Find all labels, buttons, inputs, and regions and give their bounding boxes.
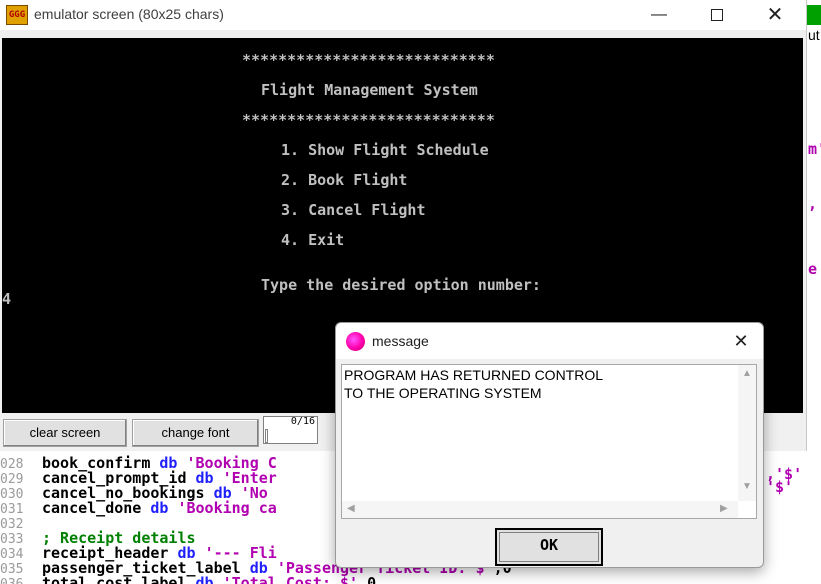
dialog-title: message [372, 333, 429, 349]
line-number: 036 [0, 577, 42, 584]
editor-edge-mark: , [808, 195, 818, 213]
line-number: 034 [0, 547, 24, 562]
ok-button[interactable]: OK [495, 528, 603, 566]
code-token: total_cost_label [42, 574, 196, 584]
editor-edge-mark: m' [808, 140, 821, 158]
buffer-indicator: 0/16 [263, 416, 318, 444]
code-token: 'Total Cost: $' [222, 574, 359, 584]
editor-fragment-2: '$' [766, 478, 794, 496]
close-button[interactable]: ✕ [752, 0, 798, 30]
message-dialog: message ✕ PROGRAM HAS RETURNED CONTROL T… [335, 322, 764, 568]
line-number: 031 [0, 502, 24, 517]
ok-label: OK [539, 536, 559, 554]
background-window-edge [806, 5, 821, 25]
editor-edge-mark: e [808, 260, 818, 278]
close-icon: ✕ [766, 4, 784, 26]
code-token: ,0 [358, 574, 377, 584]
window-title: emulator screen (80x25 chars) [34, 6, 224, 22]
input-prompt: Type the desired option number: [261, 276, 541, 294]
buffer-tick [265, 429, 268, 443]
vertical-scrollbar[interactable]: ▲ ▼ [738, 365, 756, 501]
background-window-text: ut [808, 27, 820, 43]
line-number: 030 [0, 487, 24, 502]
minimize-button[interactable]: — [636, 0, 682, 30]
screen-title: Flight Management System [261, 81, 478, 99]
menu-option-1: 1. Show Flight Schedule [281, 141, 489, 159]
dialog-close-button[interactable]: ✕ [727, 327, 755, 355]
code-token: 'Booking ca [177, 499, 277, 517]
menu-option-3: 3. Cancel Flight [281, 201, 426, 219]
scroll-down-icon[interactable]: ▼ [742, 481, 752, 492]
maximize-button[interactable] [694, 0, 740, 30]
message-line-2: TO THE OPERATING SYSTEM [344, 385, 542, 401]
dialog-titlebar[interactable]: message ✕ [336, 323, 763, 359]
screen-border-top: **************************** [242, 51, 495, 69]
menu-option-4: 4. Exit [281, 231, 345, 249]
message-text-area[interactable]: PROGRAM HAS RETURNED CONTROL TO THE OPER… [341, 364, 757, 519]
line-number: 028 [0, 457, 24, 472]
emu8086-app-icon: GGG [6, 5, 28, 25]
maximize-icon [711, 8, 723, 21]
code-line[interactable]: 036total_cost_label db 'Total Cost: $',0 [0, 576, 376, 584]
change-font-button[interactable]: change font [132, 419, 259, 447]
code-line[interactable]: 031 cancel_done db 'Booking ca [0, 499, 277, 518]
code-line[interactable]: 032 [0, 516, 42, 532]
code-token: db [150, 499, 178, 517]
line-number: 035 [0, 562, 24, 577]
message-line-1: PROGRAM HAS RETURNED CONTROL [344, 367, 604, 383]
emulator-titlebar[interactable]: GGG emulator screen (80x25 chars) — ✕ [0, 0, 806, 30]
scroll-left-icon[interactable]: ◀ [347, 503, 355, 514]
horizontal-scrollbar[interactable]: ◀ ▶ [342, 501, 738, 518]
line-number: 033 [0, 532, 24, 547]
line-number: 029 [0, 472, 24, 487]
menu-option-2: 2. Book Flight [281, 171, 408, 189]
user-input-value: 4 [2, 290, 12, 308]
clear-screen-button[interactable]: clear screen [3, 419, 127, 447]
code-token: cancel_done [42, 499, 151, 517]
close-icon: ✕ [733, 331, 749, 351]
line-number: 032 [0, 517, 24, 532]
code-token: db [195, 574, 223, 584]
scroll-up-icon[interactable]: ▲ [742, 368, 752, 379]
screen-border-bottom: **************************** [242, 111, 495, 129]
scroll-right-icon[interactable]: ▶ [720, 503, 728, 514]
buffer-count: 0/16 [290, 416, 315, 427]
message-app-icon [346, 332, 365, 351]
